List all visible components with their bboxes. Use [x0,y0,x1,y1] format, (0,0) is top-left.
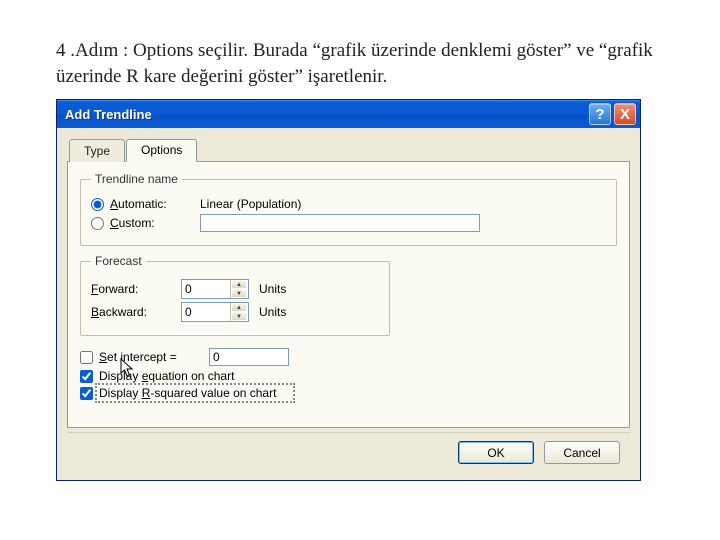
instruction-text: 4 .Adım : Options seçilir. Burada “grafi… [56,38,664,89]
row-automatic: Automatic: Linear (Population) [91,197,606,211]
check-set-intercept[interactable] [80,351,93,364]
label-display-rsquared: Display R-squared value on chart [99,386,276,400]
row-display-equation: Display equation on chart [80,369,617,383]
help-button[interactable]: ? [589,103,611,125]
backward-spinner[interactable]: ▲ ▼ [181,302,249,322]
set-intercept-input[interactable] [209,348,289,366]
radio-custom[interactable] [91,217,104,230]
tab-options[interactable]: Options [126,139,197,162]
question-icon: ? [595,106,604,123]
dialog-buttons: OK Cancel [67,432,630,474]
forward-input[interactable] [182,280,230,298]
row-display-rsquared: Display R-squared value on chart [80,386,617,400]
spin-up-icon[interactable]: ▲ [231,280,247,289]
spin-down-icon[interactable]: ▼ [231,312,247,321]
cancel-button[interactable]: Cancel [544,441,620,464]
label-custom: Custom: [110,216,200,230]
titlebar[interactable]: Add Trendline ? X [57,100,640,128]
automatic-value: Linear (Population) [200,197,301,211]
custom-name-input[interactable] [200,214,480,232]
spin-down-icon[interactable]: ▼ [231,289,247,298]
close-button[interactable]: X [614,103,636,125]
group-legend-trendline-name: Trendline name [91,172,182,186]
group-legend-forecast: Forecast [91,254,146,268]
check-display-rsquared[interactable] [80,387,93,400]
close-icon: X [620,106,630,123]
tab-type[interactable]: Type [69,139,125,162]
tab-panel-options: Trendline name Automatic: Linear (Popula… [67,161,630,428]
label-display-equation: Display equation on chart [99,369,234,383]
dialog-window: Add Trendline ? X Type Options Trendline… [56,99,641,481]
ok-button[interactable]: OK [458,441,534,464]
label-forward: Forward: [91,282,181,296]
row-backward: Backward: ▲ ▼ Units [91,302,379,322]
label-backward: Backward: [91,305,181,319]
tab-strip: Type Options [69,138,630,161]
label-automatic: Automatic: [110,197,200,211]
forward-units: Units [259,282,286,296]
group-trendline-name: Trendline name Automatic: Linear (Popula… [80,172,617,246]
row-custom: Custom: [91,214,606,232]
label-set-intercept: Set intercept = [99,350,209,364]
backward-units: Units [259,305,286,319]
row-set-intercept: Set intercept = [80,348,617,366]
window-title: Add Trendline [65,107,586,122]
spin-up-icon[interactable]: ▲ [231,303,247,312]
backward-input[interactable] [182,303,230,321]
radio-automatic[interactable] [91,198,104,211]
forward-spinner[interactable]: ▲ ▼ [181,279,249,299]
check-display-equation[interactable] [80,370,93,383]
row-forward: Forward: ▲ ▼ Units [91,279,379,299]
group-forecast: Forecast Forward: ▲ ▼ Units [80,254,390,336]
